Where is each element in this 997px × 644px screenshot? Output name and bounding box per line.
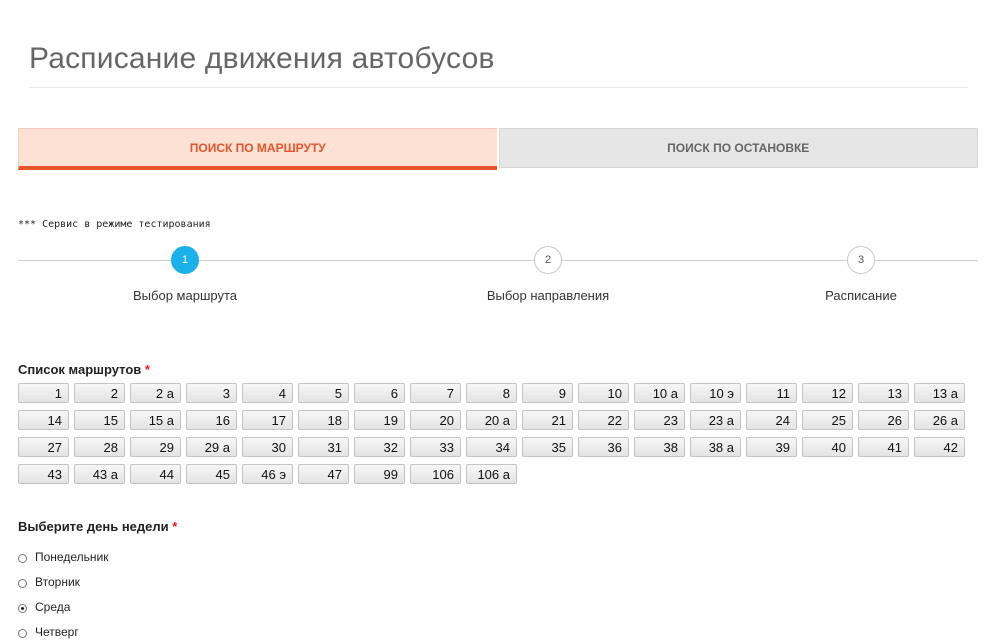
route-button[interactable]: 15 а [130, 410, 181, 430]
radio-button[interactable] [18, 628, 27, 638]
tab-search-by-stop[interactable]: ПОИСК ПО ОСТАНОВКЕ [498, 128, 978, 168]
route-button[interactable]: 10 [578, 383, 629, 403]
route-button[interactable]: 30 [242, 437, 293, 457]
day-radio-group: Понедельник Вторник Среда Четверг [18, 544, 108, 644]
route-button[interactable]: 26 а [914, 410, 965, 430]
route-button[interactable]: 35 [522, 437, 573, 457]
route-button[interactable]: 9 [522, 383, 573, 403]
route-button[interactable]: 25 [802, 410, 853, 430]
route-button[interactable]: 34 [466, 437, 517, 457]
route-button[interactable]: 47 [298, 464, 349, 484]
route-button[interactable]: 36 [578, 437, 629, 457]
day-option-label: Среда [35, 599, 71, 614]
route-button[interactable]: 24 [746, 410, 797, 430]
route-button[interactable]: 28 [74, 437, 125, 457]
route-button[interactable]: 33 [410, 437, 461, 457]
route-button[interactable]: 44 [130, 464, 181, 484]
route-button[interactable]: 16 [186, 410, 237, 430]
route-button[interactable]: 13 [858, 383, 909, 403]
day-option-label: Вторник [35, 574, 80, 589]
route-button[interactable]: 99 [354, 464, 405, 484]
step-3-circle: 3 [847, 246, 875, 274]
route-button[interactable]: 43 [18, 464, 69, 484]
page-title: Расписание движения автобусов [29, 42, 495, 76]
route-button[interactable]: 10 а [634, 383, 685, 403]
route-button[interactable]: 26 [858, 410, 909, 430]
route-button[interactable]: 45 [186, 464, 237, 484]
route-button[interactable]: 22 [578, 410, 629, 430]
route-button[interactable]: 40 [802, 437, 853, 457]
route-button[interactable]: 29 а [186, 437, 237, 457]
routes-section-label: Список маршрутов * [18, 362, 150, 377]
route-button[interactable]: 29 [130, 437, 181, 457]
radio-button[interactable] [18, 553, 27, 563]
route-button[interactable]: 18 [298, 410, 349, 430]
step-2-label: Выбор направления [486, 288, 610, 303]
routes-label-text: Список маршрутов [18, 362, 142, 377]
route-button[interactable]: 106 а [466, 464, 517, 484]
search-tabs: ПОИСК ПО МАРШРУТУ ПОИСК ПО ОСТАНОВКЕ [18, 128, 978, 170]
radio-button[interactable] [18, 603, 27, 613]
radio-button[interactable] [18, 578, 27, 588]
day-option-label: Понедельник [35, 549, 109, 564]
route-button[interactable]: 15 [74, 410, 125, 430]
route-button[interactable]: 4 [242, 383, 293, 403]
route-button[interactable]: 2 а [130, 383, 181, 403]
step-1-circle: 1 [171, 246, 199, 274]
route-button[interactable]: 23 [634, 410, 685, 430]
route-button[interactable]: 20 [410, 410, 461, 430]
route-button[interactable]: 39 [746, 437, 797, 457]
route-button[interactable]: 17 [242, 410, 293, 430]
route-button[interactable]: 31 [298, 437, 349, 457]
route-button[interactable]: 11 [746, 383, 797, 403]
route-button[interactable]: 13 а [914, 383, 965, 403]
route-button[interactable]: 2 [74, 383, 125, 403]
route-button[interactable]: 43 а [74, 464, 125, 484]
step-3-label: Расписание [825, 288, 897, 303]
route-button[interactable]: 38 а [690, 437, 741, 457]
route-button[interactable]: 106 [410, 464, 461, 484]
route-button[interactable]: 46 э [242, 464, 293, 484]
steps-progress-line [18, 260, 978, 261]
day-option-label: Четверг [35, 624, 79, 639]
testing-notice: *** Сервис в режиме тестирования [18, 219, 211, 230]
route-button[interactable]: 38 [634, 437, 685, 457]
route-button[interactable]: 5 [298, 383, 349, 403]
day-option-wednesday[interactable]: Среда [18, 594, 108, 619]
route-button[interactable]: 23 а [690, 410, 741, 430]
route-button[interactable]: 3 [186, 383, 237, 403]
route-button[interactable]: 7 [410, 383, 461, 403]
route-button[interactable]: 20 а [466, 410, 517, 430]
route-button[interactable]: 12 [802, 383, 853, 403]
route-button[interactable]: 1 [18, 383, 69, 403]
route-button[interactable]: 27 [18, 437, 69, 457]
route-button[interactable]: 41 [858, 437, 909, 457]
step-1-label: Выбор маршрута [133, 288, 237, 303]
route-button[interactable]: 19 [354, 410, 405, 430]
route-button[interactable]: 10 э [690, 383, 741, 403]
day-label-text: Выберите день недели [18, 519, 169, 534]
route-button[interactable]: 32 [354, 437, 405, 457]
title-divider [29, 87, 968, 88]
required-marker: * [144, 362, 150, 377]
route-button[interactable]: 21 [522, 410, 573, 430]
route-button[interactable]: 14 [18, 410, 69, 430]
step-2-circle: 2 [534, 246, 562, 274]
required-marker: * [172, 519, 178, 534]
day-option-tuesday[interactable]: Вторник [18, 569, 108, 594]
day-option-monday[interactable]: Понедельник [18, 544, 108, 569]
route-button[interactable]: 42 [914, 437, 965, 457]
tab-search-by-route[interactable]: ПОИСК ПО МАРШРУТУ [18, 128, 497, 170]
route-button[interactable]: 6 [354, 383, 405, 403]
day-option-thursday[interactable]: Четверг [18, 619, 108, 644]
route-button[interactable]: 8 [466, 383, 517, 403]
day-section-label: Выберите день недели * [18, 519, 177, 534]
